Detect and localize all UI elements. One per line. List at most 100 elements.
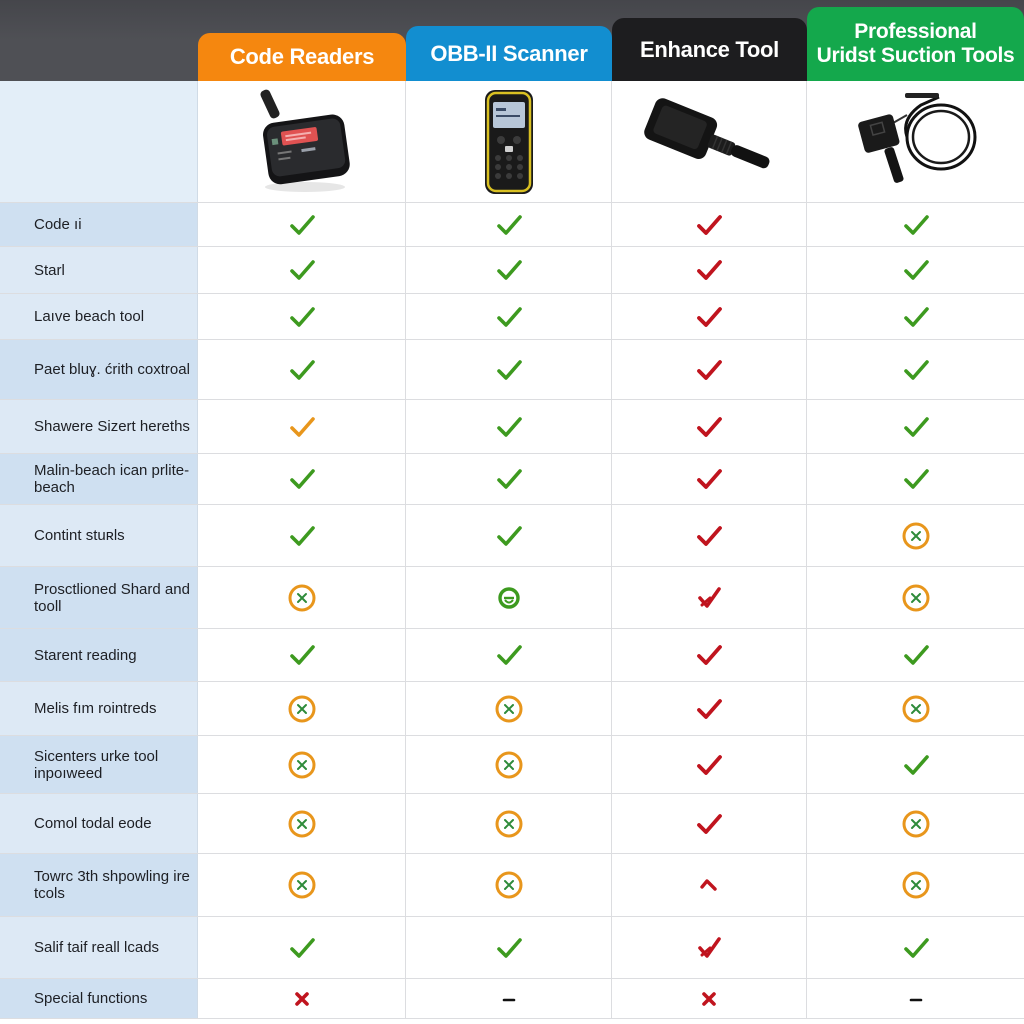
check-icon	[901, 255, 931, 285]
table-cell	[807, 454, 1024, 504]
check-icon	[494, 640, 524, 670]
feature-label: Sicenters urke tool inpoıweed	[0, 736, 198, 793]
check-icon	[287, 210, 317, 240]
professional-cable-tool-icon	[857, 93, 976, 183]
table-cell	[807, 400, 1024, 453]
check-icon	[694, 694, 724, 724]
column-header-obd-scanner: OBB-II Scanner	[406, 0, 612, 81]
check-icon	[694, 255, 724, 285]
table-cell	[807, 567, 1024, 628]
table-cell	[612, 203, 807, 246]
table-row: Paet bluɣ. ćrith coxtroal	[0, 340, 1024, 400]
table-cell	[612, 682, 807, 735]
table-cell	[612, 340, 807, 399]
feature-label: Laıve beach tool	[0, 294, 198, 339]
check-icon	[494, 302, 524, 332]
check-icon	[694, 210, 724, 240]
dash-icon	[494, 984, 524, 1014]
table-cell	[807, 505, 1024, 566]
check-icon	[494, 210, 524, 240]
check-icon	[694, 750, 724, 780]
table-cell	[406, 794, 612, 853]
handheld-scanner-device-icon	[484, 89, 533, 194]
partial-support-icon	[494, 750, 524, 780]
table-cell	[406, 505, 612, 566]
feature-label: Contint stuʀls	[0, 505, 198, 566]
feature-label: Towrc 3th shpowling ire tcols	[0, 854, 198, 916]
column-title-line: Uridst Suction Tools	[816, 44, 1015, 67]
check-icon	[694, 640, 724, 670]
table-cell	[807, 203, 1024, 246]
check-icon	[694, 521, 724, 551]
caret-up-icon	[694, 870, 724, 900]
check-icon	[494, 255, 524, 285]
feature-label: Starl	[0, 247, 198, 293]
check-cross-icon	[694, 933, 724, 963]
table-cell	[198, 454, 406, 504]
enhance-tool-image	[612, 81, 807, 202]
table-cell	[807, 794, 1024, 853]
check-icon	[901, 210, 931, 240]
table-row: Special functions	[0, 979, 1024, 1019]
check-icon	[494, 933, 524, 963]
table-cell	[807, 340, 1024, 399]
check-icon	[901, 464, 931, 494]
table-cell	[406, 294, 612, 339]
table-row: Comol todal eode	[0, 794, 1024, 854]
table-cell	[807, 736, 1024, 793]
table-row: Laıve beach tool	[0, 294, 1024, 340]
table-cell	[406, 629, 612, 681]
check-icon	[901, 933, 931, 963]
table-cell	[406, 979, 612, 1018]
table-cell	[406, 736, 612, 793]
table-cell	[198, 629, 406, 681]
feature-label: Special functions	[0, 979, 198, 1018]
feature-label: Salif taif reall lcads	[0, 917, 198, 978]
table-cell	[198, 794, 406, 853]
check-cross-icon	[694, 583, 724, 613]
table-cell	[807, 294, 1024, 339]
check-icon	[694, 412, 724, 442]
check-icon	[901, 302, 931, 332]
column-title: Code Readers	[198, 33, 406, 81]
partial-support-icon	[901, 694, 931, 724]
table-row: Prosctlioned Shard and tooll	[0, 567, 1024, 629]
table-cell	[612, 505, 807, 566]
table-cell	[612, 794, 807, 853]
check-icon	[287, 355, 317, 385]
table-row: Code ıi	[0, 203, 1024, 247]
column-title-line: Professional	[854, 20, 977, 43]
table-cell	[406, 454, 612, 504]
table-cell	[612, 629, 807, 681]
feature-label: Code ıi	[0, 203, 198, 246]
table-row: Sicenters urke tool inpoıweed	[0, 736, 1024, 794]
check-icon	[287, 521, 317, 551]
check-icon	[494, 355, 524, 385]
table-cell	[612, 854, 807, 916]
table-row: Shawere Sizert hereths	[0, 400, 1024, 454]
table-cell	[406, 247, 612, 293]
partial-support-icon	[901, 809, 931, 839]
feature-label: Malin-beach ican prlite-beach	[0, 454, 198, 504]
table-cell	[198, 340, 406, 399]
table-row: Malin-beach ican prlite-beach	[0, 454, 1024, 505]
table-cell	[406, 854, 612, 916]
check-icon	[694, 302, 724, 332]
check-icon	[494, 521, 524, 551]
feature-label: Prosctlioned Shard and tooll	[0, 567, 198, 628]
table-cell	[406, 340, 612, 399]
table-cell	[612, 979, 807, 1018]
table-cell	[807, 629, 1024, 681]
partial-support-icon	[287, 870, 317, 900]
check-icon	[494, 412, 524, 442]
table-row: Starl	[0, 247, 1024, 294]
partial-support-icon	[494, 694, 524, 724]
table-cell	[198, 736, 406, 793]
table-row: Melis fım rointreds	[0, 682, 1024, 736]
table-cell	[198, 917, 406, 978]
green-circle-icon	[494, 583, 524, 613]
partial-support-icon	[901, 521, 931, 551]
table-cell	[198, 979, 406, 1018]
table-cell	[406, 917, 612, 978]
feature-label: Comol todal eode	[0, 794, 198, 853]
